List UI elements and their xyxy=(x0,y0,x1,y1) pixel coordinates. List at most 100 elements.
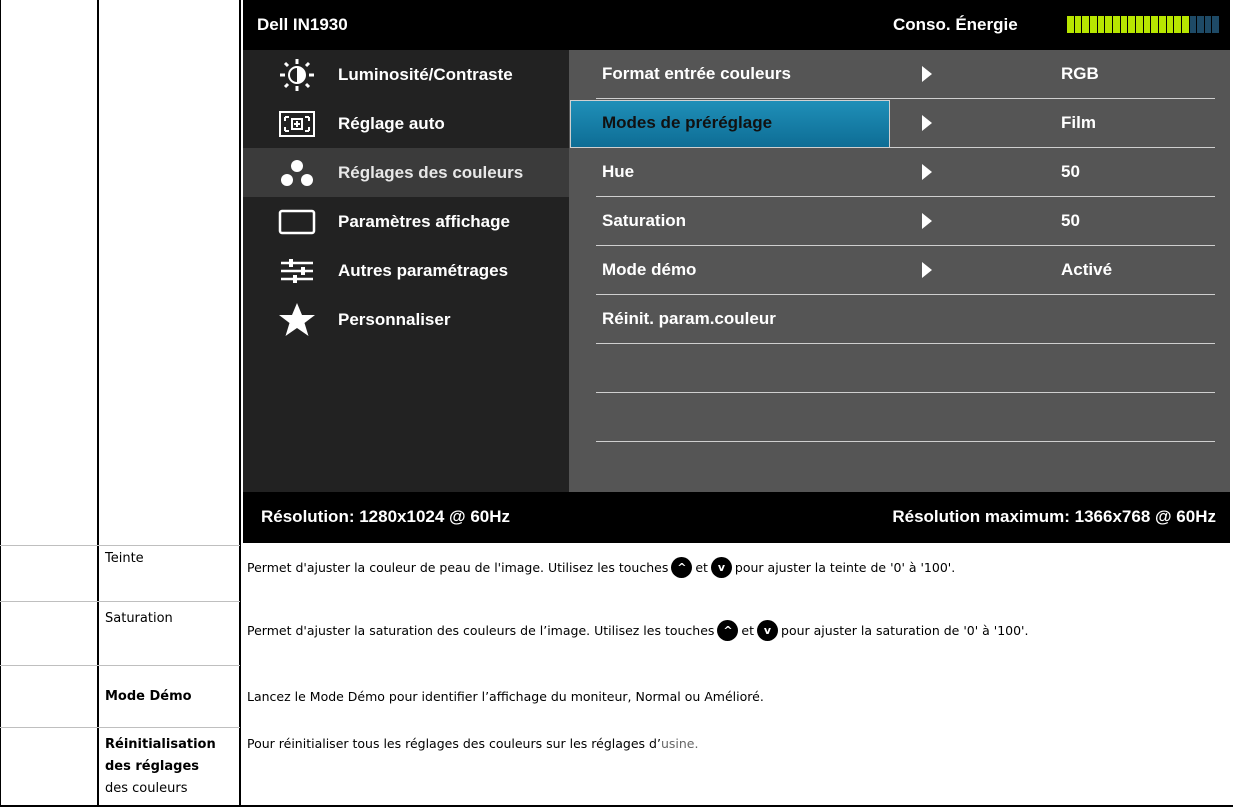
display-icon xyxy=(273,204,321,240)
energy-segment xyxy=(1112,16,1120,33)
row-value: Activé xyxy=(1061,260,1113,279)
max-resolution: Résolution maximum: 1366x768 @ 60Hz xyxy=(892,507,1216,526)
desc-text: pour ajuster la teinte de '0' à '100'. xyxy=(734,560,956,575)
submenu-row-demo-mode[interactable]: Mode démo Activé xyxy=(569,246,1230,295)
label-reinit: Réinitialisation des réglages des couleu… xyxy=(105,734,216,800)
color-settings-icon xyxy=(273,155,321,191)
desc-text: Pour réinitialiser tous les réglages des… xyxy=(247,736,661,751)
osd-screen: Dell IN1930 Conso. Énergie Luminosité/Co… xyxy=(243,0,1230,543)
energy-segment xyxy=(1174,16,1181,33)
arrow-right-icon xyxy=(922,213,932,229)
energy-segment xyxy=(1089,16,1097,33)
table-border-left xyxy=(0,0,1,807)
desc-text: Permet d'ajuster la saturation des coule… xyxy=(247,623,715,638)
menu-label: Personnaliser xyxy=(338,309,451,329)
submenu-row-preset-modes[interactable]: Modes de préréglage Film xyxy=(569,99,1230,148)
desc-text: et xyxy=(695,560,708,575)
desc-text: Permet d'ajuster la couleur de peau de l… xyxy=(247,560,669,575)
table-border-col2 xyxy=(239,0,241,807)
energy-segment xyxy=(1143,16,1151,33)
osd-header: Dell IN1930 Conso. Énergie xyxy=(243,0,1230,50)
row-divider xyxy=(596,441,1215,442)
energy-segment xyxy=(1158,16,1166,33)
up-button-icon: ^ xyxy=(671,557,693,578)
row-value: Film xyxy=(1061,113,1096,132)
energy-segment xyxy=(1166,16,1174,33)
row-label: Format entrée couleurs xyxy=(602,64,791,83)
osd-submenu: Format entrée couleurs RGB Modes de prér… xyxy=(569,50,1230,492)
arrow-right-icon xyxy=(922,164,932,180)
label-line: des couleurs xyxy=(105,781,188,796)
energy-segment xyxy=(1189,16,1197,33)
up-button-icon: ^ xyxy=(717,620,739,641)
menu-label: Autres paramétrages xyxy=(338,260,509,280)
energy-segment xyxy=(1105,16,1112,33)
menu-item-personalize[interactable]: Personnaliser xyxy=(243,295,569,344)
desc-teinte: Permet d'ajuster la couleur de peau de l… xyxy=(247,557,955,578)
energy-segment xyxy=(1128,16,1135,33)
submenu-row-empty xyxy=(569,393,1230,442)
row-divider xyxy=(0,727,240,728)
label-line: des réglages xyxy=(105,759,200,774)
energy-segment xyxy=(1204,16,1212,33)
menu-label: Réglage auto xyxy=(338,113,445,133)
energy-segment xyxy=(1212,16,1220,33)
energy-label: Conso. Énergie xyxy=(893,15,1018,34)
menu-item-display-settings[interactable]: Paramètres affichage xyxy=(243,197,569,246)
table-border-col1 xyxy=(97,0,99,807)
arrow-right-icon xyxy=(922,262,932,278)
row-divider xyxy=(0,665,240,666)
row-label: Hue xyxy=(602,162,635,181)
row-label: Modes de préréglage xyxy=(602,113,773,132)
energy-segment xyxy=(1074,16,1082,33)
down-button-icon: v xyxy=(710,557,732,578)
menu-item-other-settings[interactable]: Autres paramétrages xyxy=(243,246,569,295)
desc-text-tail: usine. xyxy=(660,736,699,751)
other-settings-icon xyxy=(273,253,321,289)
osd-main-menu: Luminosité/Contraste Réglage auto Réglag… xyxy=(243,50,569,492)
menu-label: Paramètres affichage xyxy=(338,211,510,231)
desc-text: et xyxy=(741,623,755,638)
menu-item-brightness-contrast[interactable]: Luminosité/Contraste xyxy=(243,50,569,99)
energy-segment xyxy=(1120,16,1128,33)
desc-reinit: Pour réinitialiser tous les réglages des… xyxy=(247,736,698,751)
menu-label: Luminosité/Contraste xyxy=(338,64,513,84)
submenu-row-reset-color[interactable]: Réinit. param.couleur xyxy=(569,295,1230,344)
energy-segment xyxy=(1151,16,1158,33)
energy-meter xyxy=(1067,16,1220,33)
label-teinte: Teinte xyxy=(105,551,144,566)
submenu-row-color-format[interactable]: Format entrée couleurs RGB xyxy=(569,50,1230,99)
submenu-row-empty xyxy=(569,344,1230,393)
energy-segment xyxy=(1197,16,1204,33)
label-mode-demo: Mode Démo xyxy=(105,689,192,704)
row-label: Réinit. param.couleur xyxy=(602,309,776,328)
label-saturation: Saturation xyxy=(105,611,173,626)
menu-label: Réglages des couleurs xyxy=(338,162,524,182)
row-divider xyxy=(0,601,240,602)
row-value: 50 xyxy=(1061,211,1080,230)
desc-text: Lancez le Mode Démo pour identifier l’af… xyxy=(247,689,764,704)
energy-segment xyxy=(1181,16,1189,33)
energy-segment xyxy=(1135,16,1143,33)
osd-footer: Résolution: 1280x1024 @ 60Hz Résolution … xyxy=(243,492,1230,543)
brightness-icon xyxy=(273,57,321,93)
auto-adjust-icon xyxy=(273,106,321,142)
arrow-right-icon xyxy=(922,115,932,131)
current-resolution: Résolution: 1280x1024 @ 60Hz xyxy=(261,507,511,526)
menu-item-color-settings[interactable]: Réglages des couleurs xyxy=(243,148,569,197)
row-label: Mode démo xyxy=(602,260,697,279)
desc-saturation: Permet d'ajuster la saturation des coule… xyxy=(247,620,1028,641)
menu-item-auto-adjust[interactable]: Réglage auto xyxy=(243,99,569,148)
row-label: Saturation xyxy=(602,211,687,230)
row-value: 50 xyxy=(1061,162,1080,181)
desc-text: pour ajuster la saturation de '0' à '100… xyxy=(781,623,1029,638)
down-button-icon: v xyxy=(757,620,779,641)
submenu-row-saturation[interactable]: Saturation 50 xyxy=(569,197,1230,246)
energy-segment xyxy=(1067,16,1074,33)
submenu-row-hue[interactable]: Hue 50 xyxy=(569,148,1230,197)
star-icon xyxy=(273,302,321,338)
desc-mode-demo: Lancez le Mode Démo pour identifier l’af… xyxy=(247,689,764,704)
energy-segment xyxy=(1082,16,1089,33)
row-value: RGB xyxy=(1061,64,1099,83)
energy-segment xyxy=(1097,16,1105,33)
